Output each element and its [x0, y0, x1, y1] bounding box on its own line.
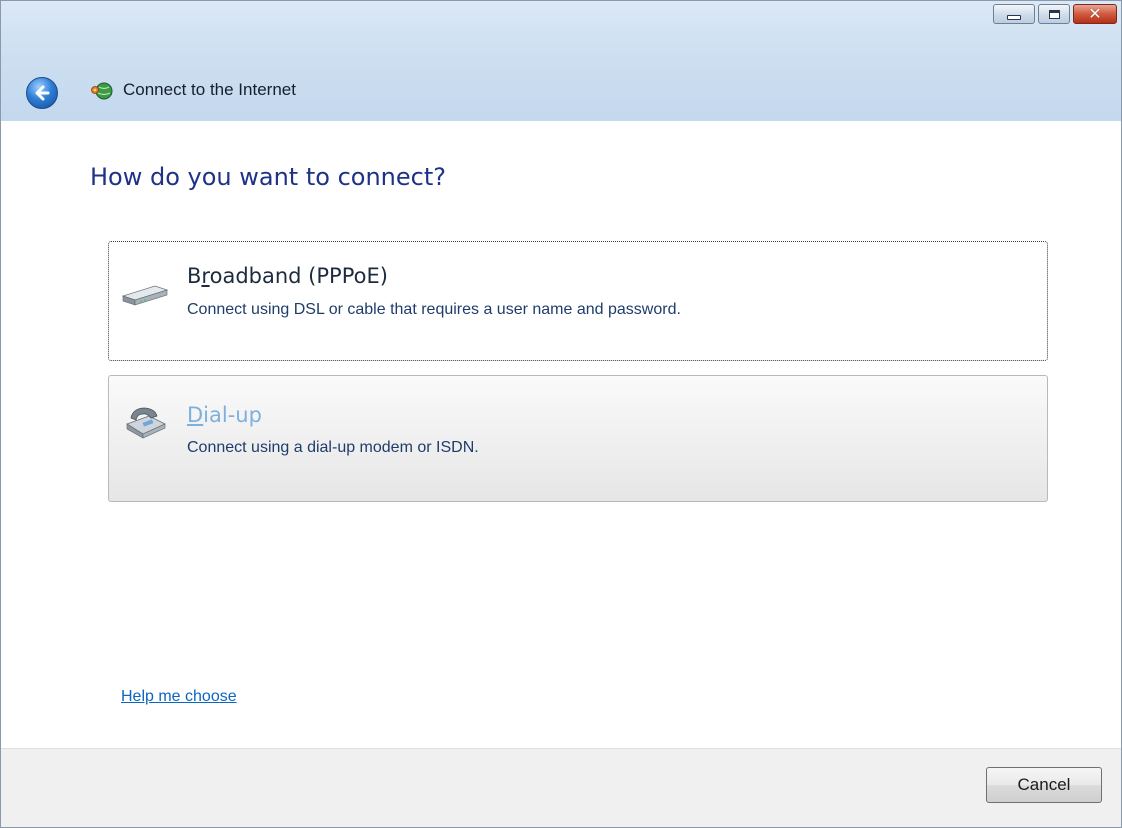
broadband-title-part: B: [187, 264, 202, 288]
maximize-icon: [1048, 9, 1060, 19]
back-arrow-icon: [35, 85, 50, 101]
close-button[interactable]: ✕: [1073, 4, 1117, 24]
connect-to-internet-window: ✕ Connect to the Internet How do you wan…: [0, 0, 1122, 828]
back-button[interactable]: [26, 77, 58, 109]
maximize-button[interactable]: [1038, 4, 1070, 24]
minimize-button[interactable]: [993, 4, 1035, 24]
broadband-option-description: Connect using DSL or cable that requires…: [187, 301, 681, 318]
broadband-access-key: r: [201, 264, 210, 288]
broadband-modem-icon: [121, 285, 169, 306]
telephone-modem-icon: [126, 407, 166, 439]
broadband-option[interactable]: Broadband (PPPoE) Connect using DSL or c…: [108, 241, 1048, 361]
minimize-icon: [1007, 14, 1021, 20]
broadband-option-title: Broadband (PPPoE): [187, 264, 388, 288]
help-me-choose-link[interactable]: Help me choose: [121, 688, 237, 706]
dialup-option[interactable]: Dial-up Connect using a dial-up modem or…: [108, 375, 1048, 502]
content-area: How do you want to connect? Broadband (P…: [1, 121, 1121, 748]
dialup-option-description: Connect using a dial-up modem or ISDN.: [187, 439, 479, 456]
dialup-option-title: Dial-up: [187, 403, 262, 427]
title-bar: ✕ Connect to the Internet: [1, 1, 1121, 121]
window-title: Connect to the Internet: [123, 80, 296, 99]
close-icon: ✕: [1088, 4, 1102, 23]
caption-buttons: ✕: [993, 4, 1117, 24]
footer-bar: Cancel: [1, 748, 1121, 827]
broadband-title-rest: oadband (PPPoE): [209, 264, 388, 288]
cancel-button[interactable]: Cancel: [986, 767, 1102, 803]
network-globe-icon: [91, 82, 113, 100]
page-heading: How do you want to connect?: [90, 163, 446, 191]
dialup-access-key: D: [187, 403, 204, 427]
dialup-title-rest: ial-up: [203, 403, 262, 427]
